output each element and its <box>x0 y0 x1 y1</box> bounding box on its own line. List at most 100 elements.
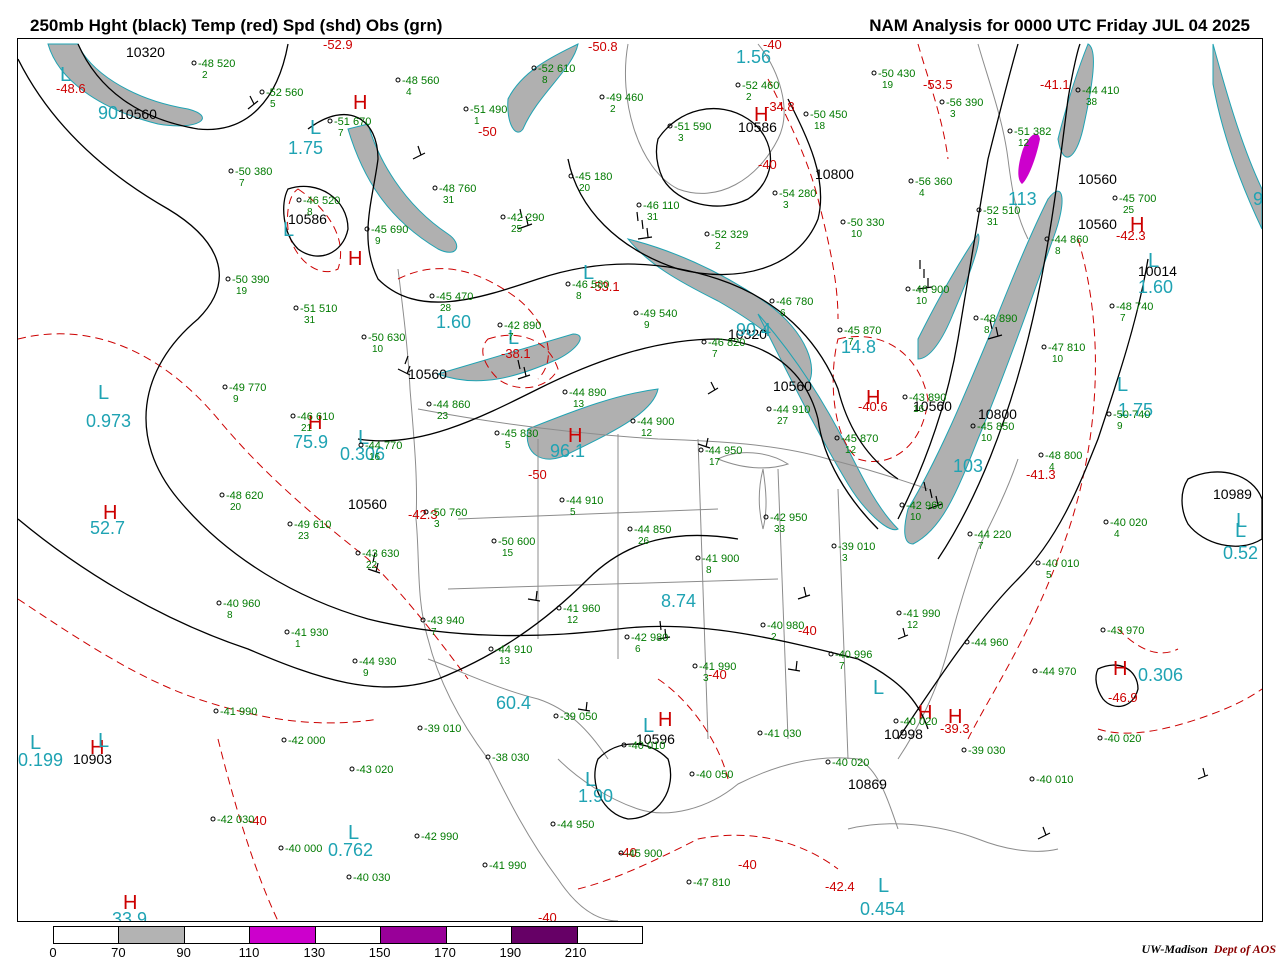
observation-value: -52 610 <box>538 63 575 75</box>
wind-speed-value: 1.56 <box>736 47 771 67</box>
observation-station <box>1106 411 1112 417</box>
observation-value: -51 490 <box>470 104 507 116</box>
observation-subvalue: 4 <box>406 87 412 98</box>
contour-10869-gulf <box>594 743 672 820</box>
observation-value: -50 390 <box>232 274 269 286</box>
observation-subvalue: 5 <box>1046 570 1052 581</box>
observation-subvalue: 8 <box>542 75 548 86</box>
observation-station <box>825 759 831 765</box>
observation-subvalue: 17 <box>709 457 721 468</box>
low-center-marker: L <box>60 64 71 86</box>
observation-subvalue: 10 <box>1052 354 1064 365</box>
observation-subvalue: 9 <box>644 320 650 331</box>
wind-speed-value: 96.1 <box>550 441 585 461</box>
observation-subvalue: 5 <box>570 507 576 518</box>
observation-station <box>287 521 293 527</box>
observation-value: -51 382 <box>1014 126 1051 138</box>
observation-subvalue: 9 <box>233 394 239 405</box>
observation-station <box>599 94 605 100</box>
map-canvas: 103201056010586 1056010560103201056010560… <box>18 39 1262 921</box>
low-center-marker: L <box>643 715 654 737</box>
height-label: 10800 <box>815 166 854 182</box>
jet-streak-hudson <box>507 43 579 133</box>
observation-value: -40 020 <box>1110 517 1147 529</box>
observation-station <box>281 737 287 743</box>
observation-subvalue: 13 <box>573 399 585 410</box>
observation-subvalue: 7 <box>848 337 854 348</box>
observation-station <box>766 406 772 412</box>
isotherm-7 <box>217 738 279 921</box>
observation-station <box>293 305 299 311</box>
state-line-4 <box>447 578 779 590</box>
observation-station <box>803 111 809 117</box>
observation-subvalue: 6 <box>635 644 641 655</box>
observation-station <box>497 322 503 328</box>
observation-subvalue: 7 <box>338 128 344 139</box>
low-center-marker: L <box>98 382 109 404</box>
observation-station <box>840 219 846 225</box>
observation-subvalue: 8 <box>706 565 712 576</box>
observation-value: -40 020 <box>1104 733 1141 745</box>
observation-value: -44 900 <box>637 416 674 428</box>
state-line-3 <box>457 508 719 520</box>
observation-station <box>327 118 333 124</box>
observation-value: -41 900 <box>702 553 739 565</box>
observation-subvalue: 28 <box>440 303 452 314</box>
observation-subvalue: 9 <box>1117 421 1123 432</box>
observation-subvalue: 13 <box>499 656 511 667</box>
observation-value: -56 390 <box>946 97 983 109</box>
observation-station <box>429 293 435 299</box>
observation-value: -52 510 <box>983 205 1020 217</box>
observation-station <box>463 106 469 112</box>
height-label: 10989 <box>1213 486 1252 502</box>
observation-value: -47 810 <box>1048 342 1085 354</box>
observation-value: -42 960 <box>906 500 943 512</box>
colorbar-segment <box>577 927 642 943</box>
low-center-marker: L <box>283 219 294 241</box>
observation-station <box>1112 195 1118 201</box>
state-line-7 <box>837 488 849 760</box>
observation-subvalue: 3 <box>842 553 848 564</box>
observation-value: -48 890 <box>980 313 1017 325</box>
colorbar-tick-label: 150 <box>368 945 391 960</box>
observation-subvalue: 4 <box>1049 462 1055 473</box>
observation-station <box>222 384 228 390</box>
observation-station <box>624 634 630 640</box>
isotherm-2 <box>18 598 379 724</box>
observation-subvalue: 23 <box>437 411 449 422</box>
observation-station <box>627 526 633 532</box>
observation-subvalue: 26 <box>638 536 650 547</box>
observation-value: -39 050 <box>560 711 597 723</box>
colorbar-segment <box>381 927 447 943</box>
observation-station <box>692 663 698 669</box>
observation-station <box>216 600 222 606</box>
high-center-marker: H <box>866 387 880 409</box>
observation-value: -44 770 <box>365 440 402 452</box>
observation-subvalue: 7 <box>978 541 984 552</box>
observation-subvalue: 27 <box>777 416 789 427</box>
low-center-marker: L <box>1117 374 1128 396</box>
height-label: 10560 <box>348 496 387 512</box>
observation-station <box>704 231 710 237</box>
observation-value: -48 520 <box>198 58 235 70</box>
observation-value: -40 020 <box>900 716 937 728</box>
observation-subvalue: 19 <box>236 286 248 297</box>
observation-value: -45 870 <box>841 433 878 445</box>
observation-subvalue: 12 <box>1018 138 1030 149</box>
observation-value: -49 770 <box>229 382 266 394</box>
observation-subvalue: 10 <box>981 433 993 444</box>
low-center-marker: L <box>878 875 889 897</box>
observation-value: -50 450 <box>810 109 847 121</box>
wind-speed-value: 103 <box>953 456 983 476</box>
observation-value: -45 700 <box>1119 193 1156 205</box>
wind-barb <box>1037 826 1051 840</box>
observation-station <box>701 339 707 345</box>
observation-station <box>500 214 506 220</box>
observation-subvalue: 8 <box>1055 246 1061 257</box>
temperature-label: -40 <box>758 157 777 172</box>
height-label: 10560 <box>118 106 157 122</box>
wind-speed-value: 52.7 <box>90 518 125 538</box>
observation-value: -40 050 <box>696 769 733 781</box>
observation-value: -44 860 <box>433 399 470 411</box>
height-label: 10560 <box>1078 216 1117 232</box>
